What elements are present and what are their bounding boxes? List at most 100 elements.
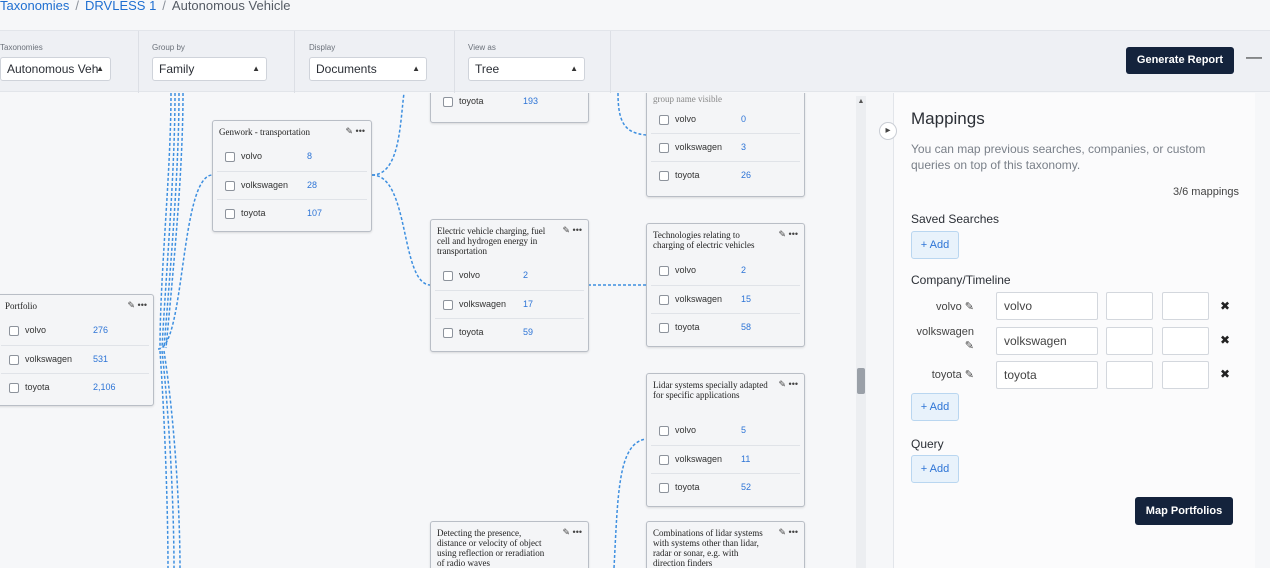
row-checkbox[interactable] (443, 328, 453, 338)
add-query-button[interactable]: + Add (911, 455, 959, 483)
tree-node-detecting[interactable]: Detecting the presence, distance or velo… (430, 521, 589, 568)
tree-node-combinations[interactable]: Combinations of lidar systems with syste… (646, 521, 805, 568)
row-count[interactable]: 59 (523, 327, 533, 337)
add-saved-search-button[interactable]: + Add (911, 231, 959, 259)
more-horizontal-icon[interactable]: ••• (789, 229, 798, 239)
row-checkbox[interactable] (443, 271, 453, 281)
tree-node-lidar[interactable]: Lidar systems specially adapted for spec… (646, 373, 805, 507)
pencil-icon[interactable]: ✎ (965, 301, 974, 313)
row-checkbox[interactable] (9, 355, 19, 365)
row-count[interactable]: 58 (741, 322, 751, 332)
row-checkbox[interactable] (9, 326, 19, 336)
timeline-end-input[interactable] (1162, 292, 1209, 320)
row-count[interactable]: 5 (741, 425, 746, 435)
company-label-toyota: toyota ✎ (894, 368, 974, 382)
edit-icon[interactable]: ✎ (345, 126, 353, 136)
remove-x-icon[interactable]: ✖ (1220, 333, 1230, 347)
row-checkbox[interactable] (659, 295, 669, 305)
row-checkbox[interactable] (443, 300, 453, 310)
edit-icon[interactable]: ✎ (562, 527, 570, 537)
more-horizontal-icon[interactable]: ••• (573, 225, 582, 235)
canvas-scrollbar[interactable]: ▲ (856, 96, 866, 568)
row-checkbox[interactable] (659, 266, 669, 276)
row-count[interactable]: 28 (307, 180, 317, 190)
row-label: toyota (675, 482, 700, 492)
row-checkbox[interactable] (659, 171, 669, 181)
generate-report-button[interactable]: Generate Report (1126, 47, 1234, 74)
more-horizontal-icon[interactable]: ••• (138, 300, 147, 310)
row-count[interactable]: 107 (307, 208, 322, 218)
row-checkbox[interactable] (9, 383, 19, 393)
row-count[interactable]: 17 (523, 299, 533, 309)
remove-x-icon[interactable]: ✖ (1220, 299, 1230, 313)
more-horizontal-icon[interactable]: ••• (789, 379, 798, 389)
row-count[interactable]: 3 (741, 142, 746, 152)
row-checkbox[interactable] (225, 181, 235, 191)
company-input-volkswagen[interactable]: volkswagen (996, 327, 1098, 355)
row-count[interactable]: 26 (741, 170, 751, 180)
view-as-select[interactable]: Tree ▲▼ (468, 57, 585, 81)
scrollbar-thumb[interactable] (857, 368, 865, 394)
more-horizontal-icon[interactable]: ••• (573, 527, 582, 537)
node-actions: ✎ ••• (345, 126, 365, 137)
remove-x-icon[interactable]: ✖ (1220, 367, 1230, 381)
row-count[interactable]: 2,106 (93, 382, 116, 392)
taxonomy-select[interactable]: Autonomous Veh ▲▼ (0, 57, 111, 81)
row-checkbox[interactable] (659, 115, 669, 125)
more-horizontal-icon[interactable]: ••• (789, 527, 798, 537)
panel-title: Mappings (911, 109, 985, 128)
timeline-start-input[interactable] (1106, 292, 1153, 320)
row-count[interactable]: 276 (93, 325, 108, 335)
tree-node-top-mid[interactable]: toyota 193 (430, 93, 589, 123)
row-count[interactable]: 11 (741, 454, 750, 464)
taxonomy-tree-canvas[interactable]: Portfolio ✎ ••• volvo 276 volkswagen 531 t… (0, 93, 855, 568)
row-checkbox[interactable] (225, 152, 235, 162)
row-count[interactable]: 2 (741, 265, 746, 275)
row-count[interactable]: 2 (523, 270, 528, 280)
timeline-start-input[interactable] (1106, 361, 1153, 389)
edit-icon[interactable]: ✎ (562, 225, 570, 235)
row-checkbox[interactable] (659, 426, 669, 436)
more-horizontal-icon[interactable]: ••• (356, 126, 365, 136)
scroll-up-arrow-icon[interactable]: ▲ (856, 98, 866, 105)
row-checkbox[interactable] (659, 143, 669, 153)
row-count[interactable]: 531 (93, 354, 108, 364)
breadcrumb-drvless[interactable]: DRVLESS 1 (85, 0, 156, 13)
timeline-end-input[interactable] (1162, 361, 1209, 389)
group-by-select[interactable]: Family ▲▼ (152, 57, 267, 81)
tree-node-ev-charging[interactable]: Electric vehicle charging, fuel cell and… (430, 219, 589, 352)
company-input-volvo[interactable]: volvo (996, 292, 1098, 320)
edit-icon[interactable]: ✎ (778, 379, 786, 389)
add-company-button[interactable]: + Add (911, 393, 959, 421)
tree-node-portfolio[interactable]: Portfolio ✎ ••• volvo 276 volkswagen 531 t… (0, 294, 154, 406)
row-checkbox[interactable] (443, 97, 453, 107)
row-count[interactable]: 8 (307, 151, 312, 161)
timeline-end-input[interactable] (1162, 327, 1209, 355)
display-select[interactable]: Documents ▲▼ (309, 57, 427, 81)
row-count[interactable]: 0 (741, 114, 746, 124)
row-count[interactable]: 52 (741, 482, 751, 492)
node-row: toyota 193 (435, 93, 584, 114)
company-input-toyota[interactable]: toyota (996, 361, 1098, 389)
edit-icon[interactable]: ✎ (778, 229, 786, 239)
edit-icon[interactable]: ✎ (127, 300, 135, 310)
pencil-icon[interactable]: ✎ (965, 369, 974, 381)
pencil-icon[interactable]: ✎ (965, 340, 974, 352)
row-count[interactable]: 15 (741, 294, 751, 304)
tree-node-top-right[interactable]: group name visible volvo 0 volkswagen 3 to… (646, 93, 805, 197)
row-count[interactable]: 193 (523, 96, 538, 106)
more-horizontal-icon[interactable]: — (1246, 50, 1262, 66)
tree-node-genwork[interactable]: Genwork - transportation ✎ ••• volvo 8 vo… (212, 120, 372, 232)
breadcrumb-taxonomies[interactable]: Taxonomies (0, 0, 69, 13)
collapse-panel-icon[interactable]: ▸ (879, 122, 897, 140)
timeline-start-input[interactable] (1106, 327, 1153, 355)
row-checkbox[interactable] (659, 483, 669, 493)
row-checkbox[interactable] (659, 323, 669, 333)
row-checkbox[interactable] (659, 455, 669, 465)
map-portfolios-button[interactable]: Map Portfolios (1135, 497, 1233, 525)
edit-icon[interactable]: ✎ (778, 527, 786, 537)
tree-node-ev-technologies[interactable]: Technologies relating to charging of ele… (646, 223, 805, 347)
node-actions: ✎ ••• (562, 527, 582, 538)
tree-connector (161, 93, 176, 349)
row-checkbox[interactable] (225, 209, 235, 219)
